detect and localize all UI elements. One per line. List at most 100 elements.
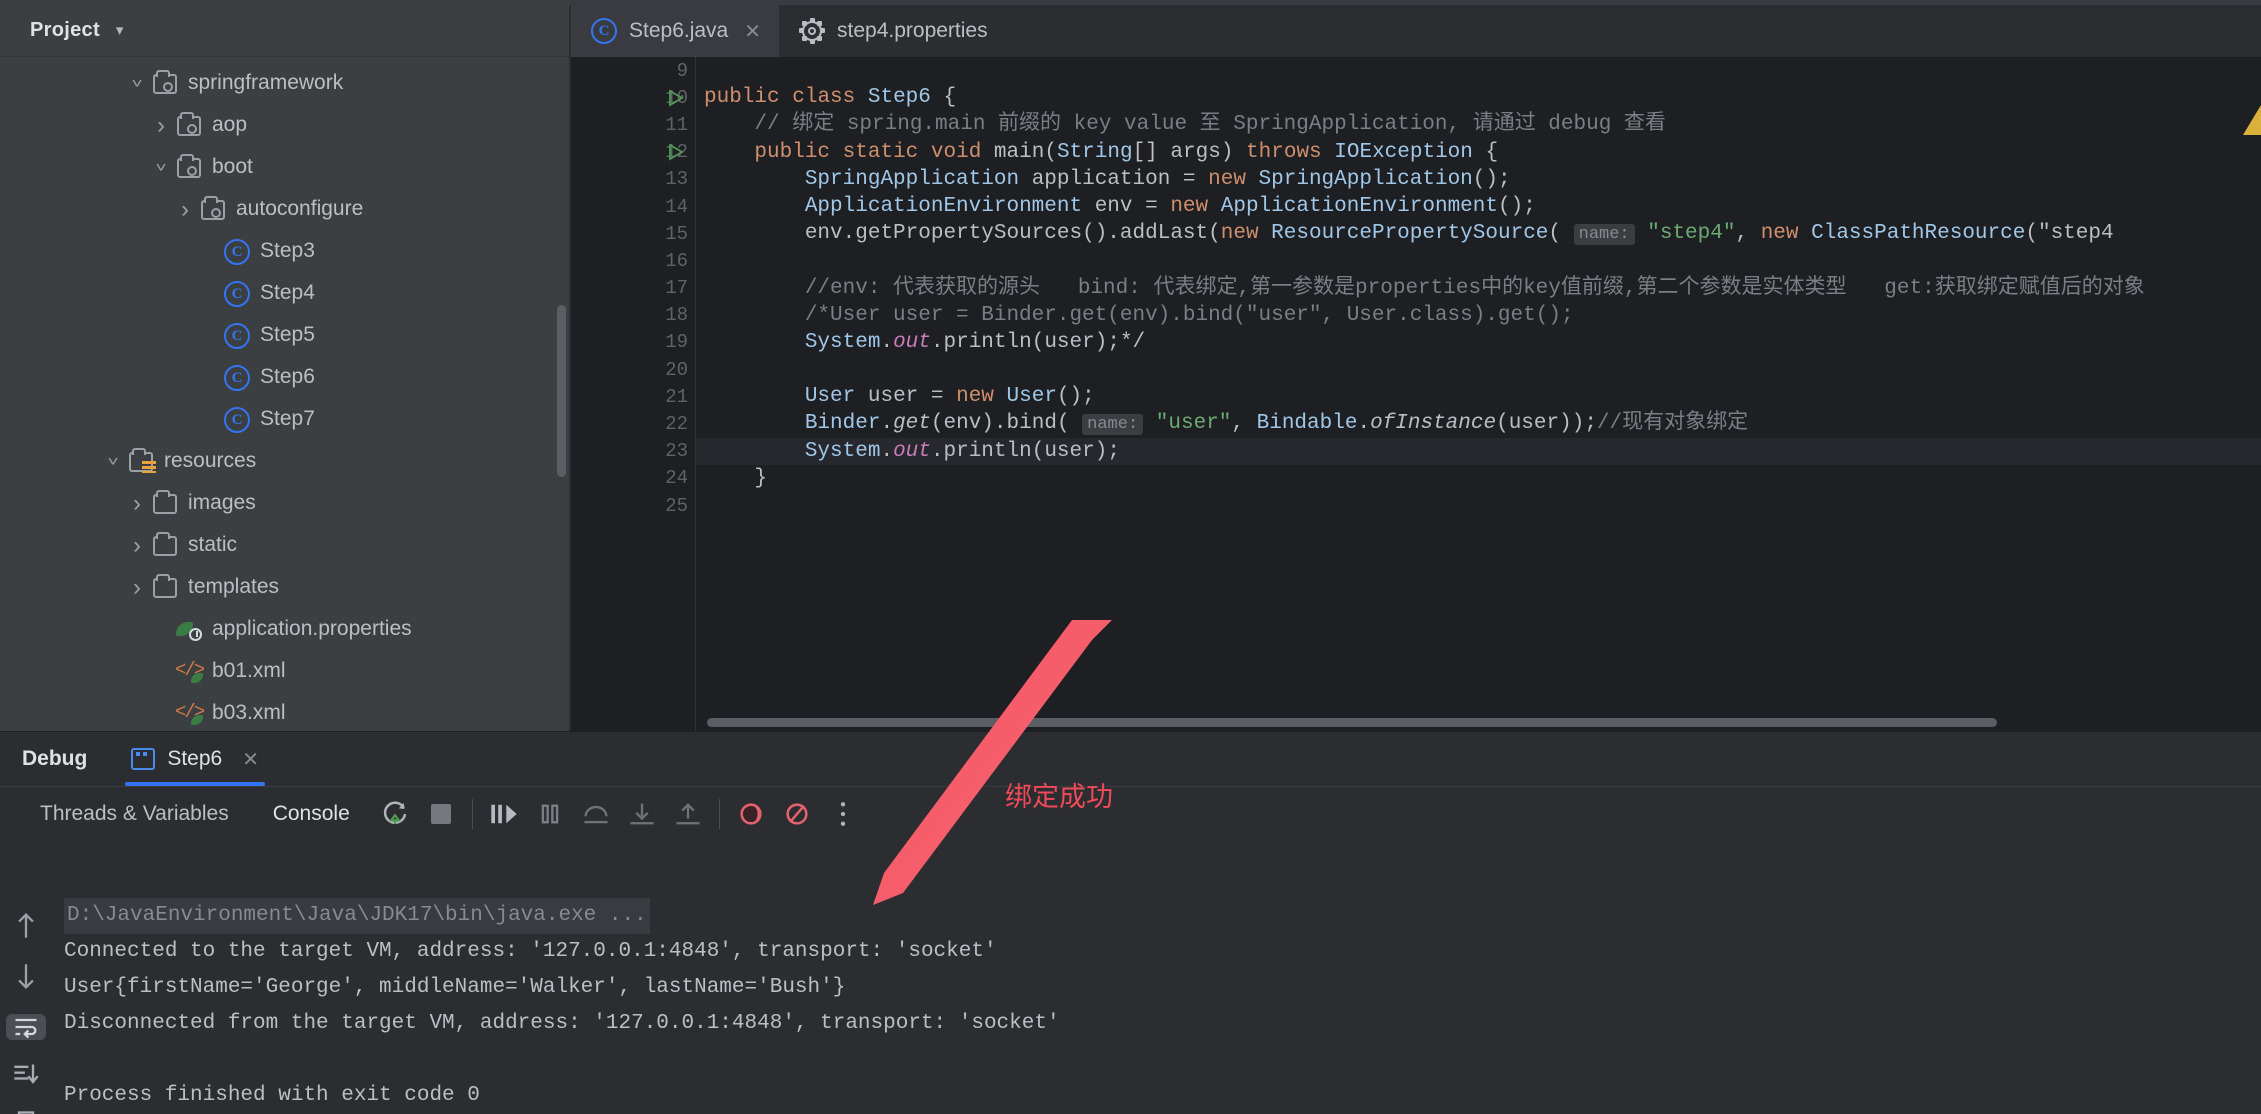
tree-item-step5[interactable]: C Step5	[0, 315, 569, 357]
editor-tab-step6-java[interactable]: C Step6.java ✕	[571, 5, 780, 57]
tree-item-label: Step7	[260, 407, 315, 430]
project-tool-window: Project ▾ ˅ springframework › aop ˅ boot › auto…	[0, 5, 570, 731]
mute-breakpoints-icon[interactable]	[728, 791, 774, 837]
code-line[interactable]	[696, 356, 2261, 383]
scroll-down-icon[interactable]	[6, 962, 46, 992]
line-number: 13	[665, 168, 688, 191]
chevron-right-icon[interactable]: ›	[172, 196, 198, 224]
tree-item-label: Step4	[260, 281, 315, 304]
step-into-icon[interactable]	[619, 791, 665, 837]
tree-item-step3[interactable]: C Step3	[0, 231, 569, 273]
tree-item-autoconfigure[interactable]: › autoconfigure	[0, 189, 569, 231]
run-gutter-icon[interactable]	[667, 89, 685, 107]
chevron-down-icon[interactable]: ˅	[124, 76, 150, 93]
tree-item-b01-xml[interactable]: </> b01.xml	[0, 651, 569, 693]
code-line[interactable]: /*User user = Binder.get(env).bind("user…	[696, 302, 2261, 329]
code-line[interactable]	[696, 247, 2261, 274]
tab-threads-and-variables[interactable]: Threads & Variables	[18, 802, 251, 826]
print-icon[interactable]	[6, 1110, 46, 1114]
tree-item-label: Step6	[260, 365, 315, 388]
code-content[interactable]: public class Step6 { // 绑定 spring.main 前…	[696, 57, 2261, 731]
close-icon[interactable]: ✕	[744, 19, 761, 44]
debug-tool-window: Debug Step6 ✕ Threads & Variables Consol…	[0, 731, 2261, 1114]
tree-item-b03-xml[interactable]: </> b03.xml	[0, 693, 569, 730]
tree-item-images[interactable]: › images	[0, 483, 569, 525]
console-gutter-toolbar[interactable]	[0, 892, 52, 1114]
gutter-line: 24	[571, 465, 696, 492]
tree-item-application-properties[interactable]: application.properties	[0, 609, 569, 651]
toolbar-separator-2	[718, 798, 720, 829]
code-line[interactable]: ApplicationEnvironment env = new Applica…	[696, 193, 2261, 220]
code-line[interactable]: User user = new User();	[696, 383, 2261, 410]
run-gutter-icon[interactable]	[667, 143, 685, 161]
chevron-right-icon[interactable]: ›	[148, 112, 174, 140]
console-line: Disconnected from the target VM, address…	[64, 1012, 1060, 1035]
chevron-down-icon[interactable]: ▾	[116, 23, 124, 38]
tree-item-label: Step3	[260, 239, 315, 262]
chevron-down-icon[interactable]: ˅	[148, 160, 174, 177]
java-class-icon: C	[224, 365, 250, 391]
gutter-line: 20	[571, 356, 696, 383]
editor-gutter[interactable]: 9 10 11 12 13 14 15 16 17 18 19 20 21 22 23 24 25	[571, 57, 696, 731]
tree-item-resources[interactable]: ˅ resources	[0, 441, 569, 483]
code-line[interactable]: Binder.get(env).bind( name: "user", Bind…	[696, 410, 2261, 437]
editor-tab-label: step4.properties	[837, 19, 988, 42]
stop-icon[interactable]	[418, 791, 464, 837]
chevron-down-icon[interactable]: ˅	[100, 454, 126, 471]
editor-horizontal-scrollbar[interactable]	[707, 718, 1997, 727]
code-line[interactable]: public static void main(String[] args) t…	[696, 139, 2261, 166]
code-line[interactable]: env.getPropertySources().addLast(new Res…	[696, 220, 2261, 247]
code-line[interactable]: public class Step6 {	[696, 84, 2261, 111]
tree-item-step6[interactable]: C Step6	[0, 357, 569, 399]
code-line[interactable]: // 绑定 spring.main 前缀的 key value 至 Spring…	[696, 111, 2261, 138]
console-view: D:\JavaEnvironment\Java\JDK17\bin\java.e…	[0, 892, 2261, 1114]
code-line[interactable]	[696, 492, 2261, 519]
tree-item-springframework[interactable]: ˅ springframework	[0, 63, 569, 105]
code-editor[interactable]: 9 10 11 12 13 14 15 16 17 18 19 20 21 22 23 24 25 public…	[571, 57, 2261, 731]
code-line[interactable]	[696, 57, 2261, 84]
editor-tab-bar[interactable]: C Step6.java ✕ step4.properties	[571, 5, 2261, 57]
chevron-right-icon[interactable]: ›	[124, 490, 150, 518]
code-line[interactable]: SpringApplication application = new Spri…	[696, 166, 2261, 193]
project-panel-header[interactable]: Project ▾	[0, 5, 569, 57]
chevron-right-icon[interactable]: ›	[124, 574, 150, 602]
code-line[interactable]: //env: 代表获取的源头 bind: 代表绑定,第一参数是propertie…	[696, 275, 2261, 302]
code-line[interactable]: }	[696, 465, 2261, 492]
gutter-line: 18	[571, 302, 696, 329]
folder-resource-root-icon	[129, 448, 156, 473]
resume-program-icon[interactable]	[481, 791, 527, 837]
view-breakpoints-icon[interactable]	[774, 791, 820, 837]
editor-tab-step4-properties[interactable]: step4.properties	[779, 5, 1006, 57]
tree-item-templates[interactable]: › templates	[0, 567, 569, 609]
console-output[interactable]: D:\JavaEnvironment\Java\JDK17\bin\java.e…	[52, 892, 2261, 1114]
code-line[interactable]: System.out.println(user);	[696, 437, 2261, 465]
tree-item-step7[interactable]: C Step7	[0, 399, 569, 441]
close-icon[interactable]: ✕	[242, 747, 259, 772]
tree-item-boot[interactable]: ˅ boot	[0, 147, 569, 189]
toolbar-separator	[471, 798, 473, 829]
project-tree-scrollbar[interactable]	[557, 305, 566, 477]
rerun-debug-icon[interactable]	[372, 791, 418, 837]
tab-console[interactable]: Console	[251, 802, 372, 826]
step-over-icon[interactable]	[573, 791, 619, 837]
warning-triangle-icon[interactable]	[2243, 105, 2261, 135]
debug-toolbar[interactable]: Threads & Variables Console	[0, 786, 2261, 840]
scroll-to-end-icon[interactable]	[6, 1062, 46, 1088]
soft-wrap-icon[interactable]	[6, 1014, 46, 1040]
step-out-icon[interactable]	[665, 791, 711, 837]
more-options-icon[interactable]	[820, 791, 866, 837]
line-number: 24	[665, 467, 688, 490]
tree-item-static[interactable]: › static	[0, 525, 569, 567]
debug-session-tab[interactable]: Step6 ✕	[117, 732, 273, 786]
tree-item-aop[interactable]: › aop	[0, 105, 569, 147]
folder-icon	[153, 490, 177, 514]
page-title: Project	[30, 19, 100, 41]
code-line[interactable]: System.out.println(user);*/	[696, 329, 2261, 356]
tree-item-step4[interactable]: C Step4	[0, 273, 569, 315]
chevron-right-icon[interactable]: ›	[124, 532, 150, 560]
scroll-up-icon[interactable]	[6, 910, 46, 940]
folder-icon	[153, 532, 177, 556]
tree-item-label: aop	[212, 113, 248, 136]
pause-program-icon[interactable]	[527, 791, 573, 837]
project-tree[interactable]: ˅ springframework › aop ˅ boot › autoconfigure C…	[0, 57, 569, 730]
